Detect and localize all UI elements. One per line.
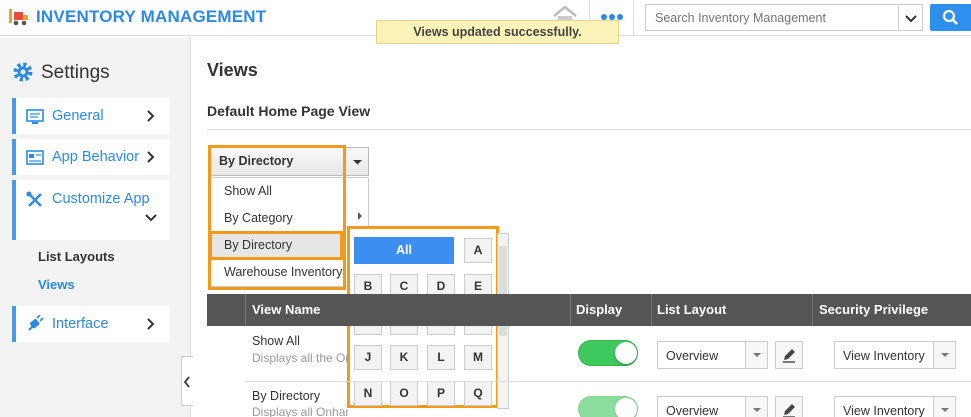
caret-down-icon [941, 353, 949, 357]
alphabet-all-button[interactable]: All [354, 237, 454, 264]
gear-icon [13, 62, 33, 82]
select-arrow[interactable] [344, 148, 369, 175]
section-title: Default Home Page View [207, 103, 371, 119]
sidebar-item-label: Interface [52, 316, 109, 332]
forklift-logo-icon [9, 9, 28, 26]
highlight-frame [209, 231, 343, 260]
caret-right-icon [358, 212, 362, 220]
security-privilege-select-value: View Inventory [843, 404, 925, 417]
sidebar-item-label: App Behavior [52, 149, 140, 165]
sidebar-item-general[interactable]: General [12, 98, 170, 134]
edit-layout-button[interactable] [775, 341, 803, 369]
security-privilege-select[interactable]: View Inventory [834, 396, 956, 417]
select-arrow[interactable] [745, 342, 767, 368]
highlight-frame [208, 145, 346, 290]
column-separator [245, 294, 246, 326]
alphabet-letter-button[interactable]: O [390, 381, 418, 406]
row-view-description: Displays all Onhand Inventories by direc… [252, 405, 348, 417]
top-divider [633, 0, 634, 36]
chevron-down-icon [905, 15, 917, 23]
list-layout-select-value: Overview [666, 349, 719, 363]
alphabet-letter-button[interactable]: P [427, 381, 455, 406]
caret-down-icon [753, 353, 761, 357]
toggle-knob [615, 342, 637, 364]
alphabet-letter-button[interactable]: A [464, 238, 492, 263]
alphabet-letter-button[interactable]: Q [464, 381, 492, 406]
display-toggle[interactable] [578, 396, 638, 417]
divider [207, 129, 971, 130]
list-layout-select[interactable]: Overview [657, 341, 768, 369]
sidebar-collapse-toggle[interactable] [181, 356, 193, 406]
alphabet-letter-button[interactable]: M [464, 345, 492, 370]
alphabet-letter-button[interactable]: J [354, 345, 382, 370]
chevron-down-icon [145, 214, 157, 222]
caret-down-icon [753, 408, 761, 412]
column-header-view-name[interactable]: View Name [252, 302, 320, 317]
alphabet-letter-button[interactable]: K [390, 345, 418, 370]
row-view-name: By Directory [252, 389, 321, 403]
column-header-list-layout[interactable]: List Layout [657, 302, 726, 317]
chevron-left-icon [183, 376, 190, 388]
pencil-icon [783, 404, 795, 417]
chevron-right-icon [147, 151, 155, 163]
chevron-right-icon [147, 110, 155, 122]
plug-icon [28, 315, 44, 331]
column-separator [812, 294, 813, 326]
monitor-icon [26, 109, 44, 124]
search-scope-dropdown[interactable] [898, 5, 922, 30]
success-toast: Views updated successfully. [376, 20, 619, 44]
list-layout-select-value: Overview [666, 404, 719, 417]
views-table-header: View Name Display List Layout Security P… [207, 294, 971, 326]
sidebar-item-label: General [52, 108, 104, 124]
edit-layout-button[interactable] [775, 396, 803, 417]
sidebar: Settings General App Behavior Customize … [0, 37, 191, 417]
column-separator [570, 294, 571, 326]
row-view-name: Show All [252, 334, 300, 348]
tools-icon [26, 191, 42, 207]
alphabet-letter-button[interactable]: L [427, 345, 455, 370]
app-title[interactable]: INVENTORY MANAGEMENT [36, 7, 266, 27]
column-separator [651, 294, 652, 326]
list-layout-select[interactable]: Overview [657, 396, 768, 417]
column-header-display[interactable]: Display [576, 302, 622, 317]
sidebar-item-customize-app[interactable]: Customize App [12, 180, 170, 240]
toggle-knob [615, 398, 637, 417]
security-privilege-select-value: View Inventory [843, 349, 925, 363]
alphabet-letter-button[interactable]: N [354, 381, 382, 406]
select-arrow[interactable] [745, 397, 767, 417]
security-privilege-select[interactable]: View Inventory [834, 341, 956, 369]
sidebar-item-app-behavior[interactable]: App Behavior [12, 139, 170, 175]
search-icon [942, 9, 958, 25]
app-behavior-icon [26, 150, 44, 165]
search-input[interactable] [646, 5, 896, 30]
display-toggle[interactable] [578, 340, 638, 366]
caret-down-icon [941, 408, 949, 412]
caret-down-icon [353, 160, 362, 165]
search-box [645, 4, 923, 31]
select-arrow[interactable] [933, 342, 955, 368]
search-button[interactable] [930, 4, 971, 31]
row-divider [245, 381, 971, 382]
sidebar-item-label: Customize App [52, 191, 150, 207]
sidebar-subitem-list-layouts[interactable]: List Layouts [38, 249, 115, 264]
row-view-description: Displays all the Onhand Inventories [252, 351, 348, 365]
settings-heading-label: Settings [41, 62, 110, 83]
pencil-icon [783, 349, 795, 363]
select-arrow[interactable] [933, 397, 955, 417]
column-header-security-privilege[interactable]: Security Privilege [819, 302, 928, 317]
page-title: Views [207, 60, 258, 80]
chevron-right-icon [147, 318, 155, 330]
sidebar-subitem-views[interactable]: Views [38, 277, 75, 292]
sidebar-item-interface[interactable]: Interface [12, 306, 170, 342]
